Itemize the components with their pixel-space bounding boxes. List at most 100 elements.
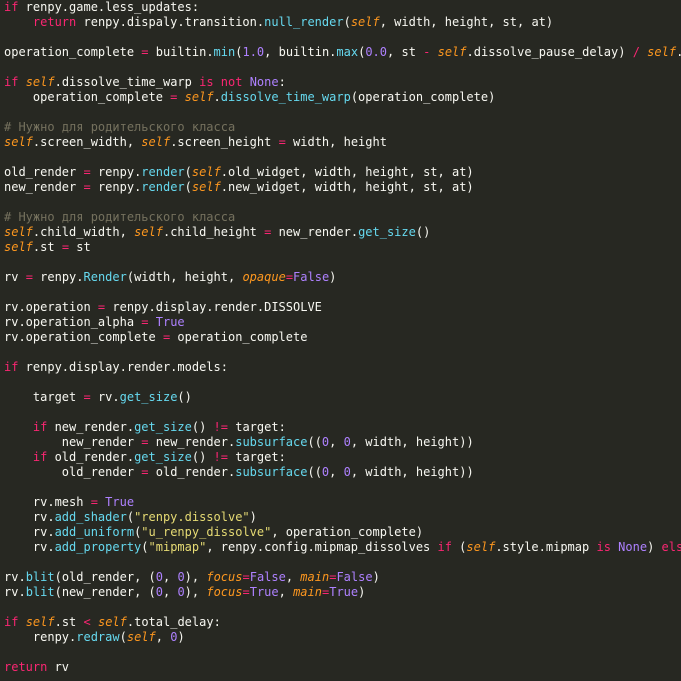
string-token: "renpy.dissolve" [134, 510, 250, 524]
code-token: ( [184, 180, 192, 194]
code-line: rv.mesh = True [4, 495, 681, 510]
code-token: , [278, 585, 294, 599]
code-line: rv = renpy.Render(width, height, opaque=… [4, 270, 681, 285]
self-token: main [300, 570, 330, 584]
code-line: rv.add_property("mipmap", renpy.config.m… [4, 540, 681, 555]
code-token: operation_complete [170, 330, 308, 344]
literal-token: 0 [343, 435, 351, 449]
code-token: renpy.display.render.DISSOLVE [105, 300, 322, 314]
function-token: add_uniform [54, 525, 135, 539]
self-token: self [191, 165, 221, 179]
literal-token: True [249, 585, 279, 599]
code-token: operation_complete [4, 45, 142, 59]
operator-token: != [213, 420, 228, 434]
code-token: rv.operation_complete [4, 330, 163, 344]
code-token: renpy. [90, 180, 142, 194]
code-line: return rv [4, 660, 681, 675]
string-token: "mipmap" [148, 540, 207, 554]
operator-token: = [285, 270, 294, 284]
self-token: opaque [242, 270, 286, 284]
operator-token: = [141, 465, 149, 479]
code-line: rv.blit(old_render, (0, 0), focus=False,… [4, 570, 681, 585]
code-token: , renpy.config.mipmap_dissolves [206, 540, 438, 554]
code-line: return renpy.dispaly.transition.null_ren… [4, 15, 681, 30]
code-line: rv.operation_complete = operation_comple… [4, 330, 681, 345]
code-token: st [69, 240, 91, 254]
code-token: .child_width, [32, 225, 135, 239]
code-token: new_render [4, 435, 142, 449]
code-token: rv. [4, 510, 55, 524]
code-token: .new_widget, width, height, st, at) [220, 180, 474, 194]
code-token: ) [647, 540, 662, 554]
code-token: , builtin. [264, 45, 337, 59]
operator-token: = [83, 390, 91, 404]
operator-token: = [141, 45, 149, 59]
keyword-token: if [4, 615, 19, 629]
code-token: renpy.dispaly.transition. [76, 15, 265, 29]
code-token: , st [387, 45, 424, 59]
code-token: , [329, 435, 344, 449]
operator-token: = [242, 585, 250, 599]
keyword-token: is [596, 540, 611, 554]
code-token: .total_delay: [126, 615, 221, 629]
operator-token: = [25, 270, 33, 284]
code-token: (( [307, 435, 322, 449]
self-token: main [293, 585, 322, 599]
literal-token: None [249, 75, 279, 89]
code-line: rv.operation_alpha = True [4, 315, 681, 330]
code-token: .dissolve_pause_delay) [466, 45, 633, 59]
code-line: new_render = renpy.render(self.new_widge… [4, 180, 681, 195]
code-token: () [191, 420, 214, 434]
code-token: ) [249, 510, 257, 524]
string-token: "u_renpy_dissolve" [141, 525, 272, 539]
code-token: new_render [4, 180, 84, 194]
literal-token: 0 [343, 465, 351, 479]
self-token: focus [206, 570, 243, 584]
code-token: , [162, 570, 178, 584]
code-area[interactable]: if renpy.game.less_updates: return renpy… [4, 0, 681, 675]
keyword-token: if [4, 75, 19, 89]
code-line: self.screen_width, self.screen_height = … [4, 135, 681, 150]
literal-token: False [249, 570, 286, 584]
keyword-token: if [32, 420, 48, 434]
operator-token: < [83, 615, 91, 629]
operator-token: = [141, 315, 149, 329]
function-token: blit [25, 585, 55, 599]
operator-token: = [278, 135, 286, 149]
code-line: rv.blit(new_render, (0, 0), focus=True, … [4, 585, 681, 600]
code-token: , width, height)) [350, 435, 474, 449]
self-token: self [4, 135, 33, 149]
self-token: self [437, 45, 467, 59]
code-editor[interactable]: if renpy.game.less_updates: return renpy… [0, 0, 681, 681]
code-token: ( [126, 510, 135, 524]
code-token: operation_complete [4, 90, 171, 104]
self-token: self [350, 15, 380, 29]
literal-token: True [155, 315, 185, 329]
code-token: , width, height, st, at) [379, 15, 554, 29]
function-token: max [336, 45, 359, 59]
code-token: , operation_complete) [271, 525, 424, 539]
code-token: ( [119, 630, 127, 644]
function-token: get_size [358, 225, 416, 239]
keyword-token: if [32, 450, 48, 464]
self-token: self [141, 135, 171, 149]
operator-token: = [90, 495, 98, 509]
function-token: subsurface [235, 465, 308, 479]
code-token: rv [4, 270, 26, 284]
code-line: if self.st < self.total_delay: [4, 615, 681, 630]
literal-token: 0.0 [365, 45, 388, 59]
code-token: (width, height, [126, 270, 243, 284]
code-token: ), [184, 585, 207, 599]
code-line: # Нужно для родительского класса [4, 120, 681, 135]
code-token: ) [372, 570, 380, 584]
function-token: get_size [134, 450, 192, 464]
